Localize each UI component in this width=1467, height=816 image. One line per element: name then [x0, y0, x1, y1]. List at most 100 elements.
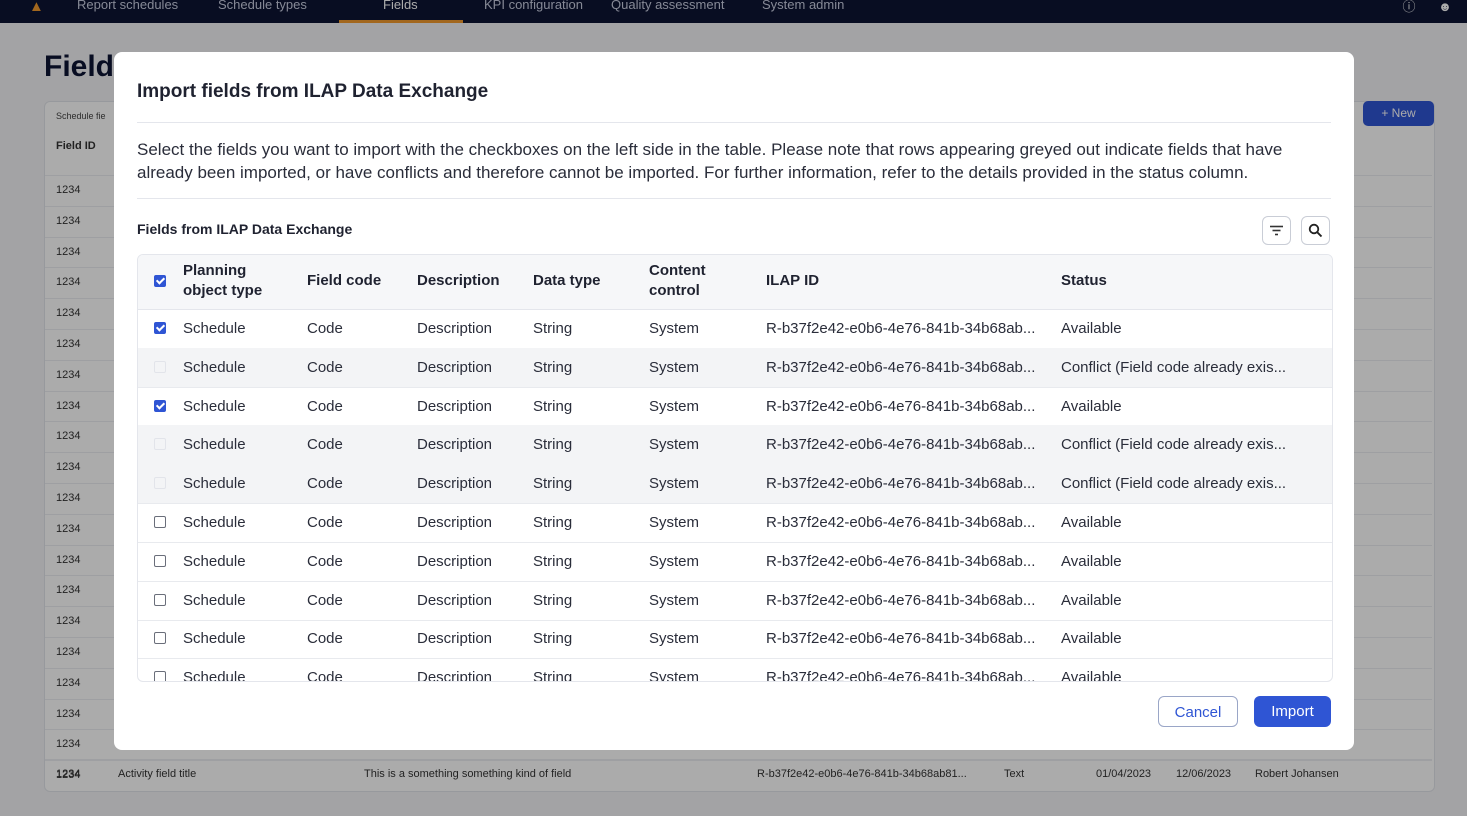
import-button[interactable]: Import: [1254, 696, 1331, 727]
table-row[interactable]: Schedule Code Description String System R-b37…: [138, 658, 1332, 682]
row-checkbox[interactable]: [154, 554, 166, 567]
cell-description: Description: [417, 397, 493, 415]
cell-data-type: String: [533, 552, 573, 570]
search-icon: [1308, 223, 1323, 238]
cell-description: Description: [417, 591, 493, 609]
cell-planning-object-type: Schedule: [183, 320, 246, 337]
cell-ilap-id: R-b37f2e42-e0b6-4e76-841b-34b68ab...: [766, 397, 1036, 415]
cell-field-code: Code: [307, 630, 343, 648]
row-checkbox: [154, 438, 166, 451]
cell-data-type: String: [533, 475, 573, 493]
cell-data-type: String: [533, 514, 573, 531]
cell-ilap-id: R-b37f2e42-e0b6-4e76-841b-34b68ab...: [766, 514, 1036, 531]
ilap-fields-table[interactable]: Planning object type Field code Descript…: [137, 254, 1333, 682]
cell-data-type: String: [533, 397, 573, 415]
column-header-ilap-id[interactable]: ILAP ID: [766, 271, 819, 291]
cell-description: Description: [417, 552, 493, 570]
row-checkbox[interactable]: [154, 593, 166, 606]
cell-ilap-id: R-b37f2e42-e0b6-4e76-841b-34b68ab...: [766, 436, 1036, 454]
import-fields-modal: Import fields from ILAP Data Exchange Se…: [114, 52, 1354, 750]
table-row: Schedule Code Description String System R-b37…: [138, 347, 1332, 388]
row-checkbox: [154, 477, 166, 490]
select-all-checkbox[interactable]: [154, 275, 166, 287]
cell-data-type: String: [533, 320, 573, 337]
header-line: Content: [649, 262, 706, 279]
section-title: Fields from ILAP Data Exchange: [137, 221, 353, 237]
table-row[interactable]: Schedule Code Description String System R-b37…: [138, 542, 1332, 582]
cell-status: Conflict (Field code already exis...: [1061, 475, 1287, 493]
column-header-field-code[interactable]: Field code: [307, 271, 381, 291]
cell-description: Description: [417, 514, 493, 531]
column-header-content-control[interactable]: Content control: [649, 261, 706, 301]
cell-content-control: System: [649, 552, 700, 570]
cell-status: Available: [1061, 630, 1122, 648]
cell-description: Description: [417, 358, 493, 376]
row-checkbox: [154, 360, 166, 373]
header-line: object type: [183, 282, 263, 299]
cell-content-control: System: [649, 514, 700, 531]
cell-status: Available: [1061, 320, 1122, 337]
cell-planning-object-type: Schedule: [183, 669, 246, 682]
cell-data-type: String: [533, 436, 573, 454]
table-row: Schedule Code Description String System R-b37…: [138, 425, 1332, 466]
cell-field-code: Code: [307, 436, 343, 454]
row-checkbox[interactable]: [154, 399, 166, 412]
header-line: Planning: [183, 262, 247, 279]
cell-field-code: Code: [307, 358, 343, 376]
cell-field-code: Code: [307, 397, 343, 415]
cell-data-type: String: [533, 630, 573, 648]
cell-field-code: Code: [307, 320, 343, 337]
cell-planning-object-type: Schedule: [183, 591, 246, 609]
cell-ilap-id: R-b37f2e42-e0b6-4e76-841b-34b68ab...: [766, 358, 1036, 376]
cell-field-code: Code: [307, 514, 343, 531]
cell-status: Available: [1061, 514, 1122, 531]
cell-planning-object-type: Schedule: [183, 630, 246, 648]
table-row[interactable]: Schedule Code Description String System R-b37…: [138, 387, 1332, 427]
cell-content-control: System: [649, 630, 700, 648]
table-row[interactable]: Schedule Code Description String System R-b37…: [138, 503, 1332, 543]
cell-status: Available: [1061, 397, 1122, 415]
cell-content-control: System: [649, 669, 700, 682]
row-checkbox[interactable]: [154, 671, 166, 681]
column-header-status[interactable]: Status: [1061, 271, 1107, 291]
row-checkbox[interactable]: [154, 322, 166, 334]
row-checkbox[interactable]: [154, 516, 166, 528]
cell-status: Conflict (Field code already exis...: [1061, 358, 1287, 376]
divider: [137, 122, 1331, 123]
table-row[interactable]: Schedule Code Description String System R-b37…: [138, 581, 1332, 621]
cell-ilap-id: R-b37f2e42-e0b6-4e76-841b-34b68ab...: [766, 591, 1036, 609]
cell-field-code: Code: [307, 475, 343, 493]
header-line: control: [649, 282, 700, 299]
modal-description: Select the fields you want to import wit…: [137, 140, 1283, 182]
cell-description: Description: [417, 475, 493, 493]
cell-status: Available: [1061, 591, 1122, 609]
column-header-description[interactable]: Description: [417, 271, 500, 291]
cell-status: Conflict (Field code already exis...: [1061, 436, 1287, 454]
cell-content-control: System: [649, 591, 700, 609]
cancel-button[interactable]: Cancel: [1158, 696, 1238, 727]
table-row[interactable]: Schedule Code Description String System R-b37…: [138, 619, 1332, 660]
search-button[interactable]: [1301, 216, 1330, 245]
cell-ilap-id: R-b37f2e42-e0b6-4e76-841b-34b68ab...: [766, 320, 1036, 337]
cell-planning-object-type: Schedule: [183, 475, 246, 493]
cell-content-control: System: [649, 320, 700, 337]
cell-description: Description: [417, 630, 493, 648]
cell-planning-object-type: Schedule: [183, 397, 246, 415]
column-header-data-type[interactable]: Data type: [533, 271, 601, 291]
cell-description: Description: [417, 669, 493, 682]
cell-planning-object-type: Schedule: [183, 514, 246, 531]
table-row: Schedule Code Description String System R-b37…: [138, 464, 1332, 505]
table-row[interactable]: Schedule Code Description String System R-b37…: [138, 309, 1332, 349]
cell-data-type: String: [533, 669, 573, 682]
cell-content-control: System: [649, 397, 700, 415]
row-checkbox[interactable]: [154, 632, 166, 645]
cell-status: Available: [1061, 552, 1122, 570]
cell-ilap-id: R-b37f2e42-e0b6-4e76-841b-34b68ab...: [766, 669, 1036, 682]
cell-data-type: String: [533, 591, 573, 609]
filter-button[interactable]: [1262, 216, 1291, 245]
column-header-planning-object-type[interactable]: Planning object type: [183, 261, 262, 301]
modal-title: Import fields from ILAP Data Exchange: [137, 81, 489, 102]
cell-ilap-id: R-b37f2e42-e0b6-4e76-841b-34b68ab...: [766, 475, 1036, 493]
table-header-row: Planning object type Field code Descript…: [138, 255, 1332, 310]
cell-content-control: System: [649, 475, 700, 493]
